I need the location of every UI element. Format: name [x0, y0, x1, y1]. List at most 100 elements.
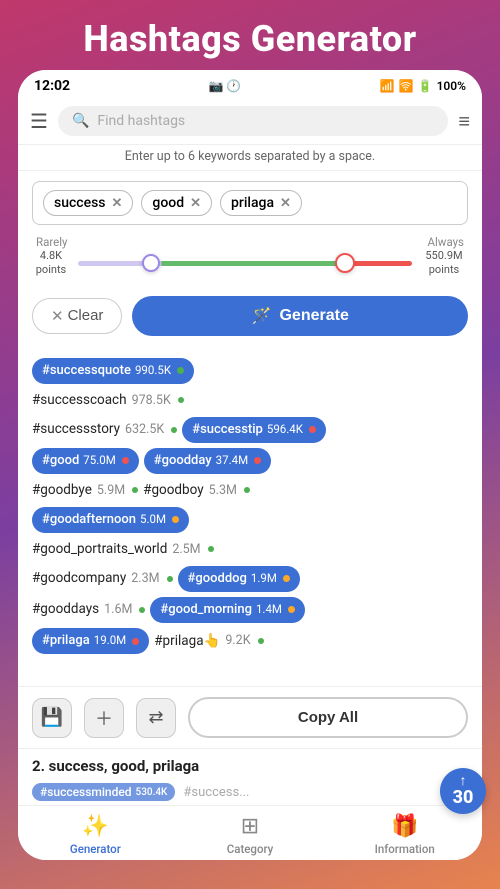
tag-gooddays-dot [139, 607, 145, 613]
keyword-tag-prilaga[interactable]: prilaga ✕ [220, 190, 302, 216]
filter-icon[interactable]: ≡ [458, 109, 470, 134]
keyword-prilaga-label: prilaga [231, 195, 274, 211]
generate-button[interactable]: 🪄 Generate [132, 296, 468, 336]
keyword-good-label: good [152, 195, 184, 211]
slider-thumb-right[interactable] [335, 253, 355, 273]
keyword-good-remove[interactable]: ✕ [190, 196, 201, 211]
tag-pill-successtip[interactable]: #successtip 596.4K [182, 417, 326, 443]
search-bar[interactable]: 🔍 Find hashtags [58, 106, 448, 136]
tag-pill-goodday[interactable]: #goodday 37.4M [144, 448, 271, 474]
information-icon: 🎁 [391, 814, 418, 839]
hashtag-line-1: #successquote 990.5K [32, 358, 468, 384]
second-set-row: #successminded 530.4K #success... [18, 779, 482, 805]
signal-icon: 📶 [380, 79, 395, 93]
tag-gooddog-dot [283, 575, 290, 582]
badge-count: 30 [453, 788, 474, 808]
hashtag-line-5: #goodbye 5.9M #goodboy 5.3M [32, 479, 468, 502]
slider-label-rarely: Rarely [36, 235, 67, 249]
tag-successminded-text: #successminded [40, 785, 132, 799]
nav-label-category: Category [227, 842, 274, 856]
tag-successquote-dot [177, 367, 184, 374]
tag-gooddays-count: 1.6M [104, 599, 132, 620]
keywords-row: success ✕ good ✕ prilaga ✕ [32, 181, 468, 225]
tag-gooddays[interactable]: #gooddays [32, 598, 99, 621]
app-title: Hashtags Generator [20, 18, 480, 60]
tag-good-count: 75.0M [83, 451, 115, 471]
tag-goodboy[interactable]: #goodboy [143, 479, 203, 502]
clear-label: Clear [68, 307, 104, 324]
tag-prilaga-count: 19.0M [94, 631, 126, 651]
tag-successquote-text: #successquote [42, 360, 131, 382]
status-media-icons: 📷 🕐 [208, 79, 241, 93]
tag-good-morning-dot [288, 606, 295, 613]
clear-x-icon: ✕ [51, 307, 64, 325]
nav-label-generator: Generator [70, 842, 121, 856]
add-button[interactable]: ＋ [84, 698, 124, 738]
tag-good-morning-text: #good_morning [160, 599, 252, 621]
tag-goodday-count: 37.4M [216, 451, 248, 471]
hashtag-line-4: #good 75.0M #goodday 37.4M [32, 448, 468, 474]
tag-pill-successquote[interactable]: #successquote 990.5K [32, 358, 194, 384]
tag-pill-prilaga[interactable]: #prilaga 19.0M [32, 628, 149, 654]
nav-item-category[interactable]: ⊞ Category [173, 814, 328, 856]
save-button[interactable]: 💾 [32, 698, 72, 738]
tag-goodbye[interactable]: #goodbye [32, 479, 92, 502]
slider-track[interactable] [78, 261, 412, 266]
tag-goodcompany[interactable]: #goodcompany [32, 567, 126, 590]
nav-label-information: Information [375, 842, 435, 856]
keyword-prilaga-remove[interactable]: ✕ [280, 196, 291, 211]
nav-item-generator[interactable]: ✨ Generator [18, 814, 173, 856]
keyword-tag-success[interactable]: success ✕ [43, 190, 133, 216]
keywords-area: success ✕ good ✕ prilaga ✕ [18, 171, 482, 231]
tag-good-portraits-count: 2.5M [172, 539, 200, 560]
battery-percent: 100% [437, 79, 466, 93]
bottom-nav: ✨ Generator ⊞ Category 🎁 Information [18, 805, 482, 860]
slider-labels: Rarely Always [32, 235, 468, 249]
hashtag-line-2: #successcoach 978.5K [32, 389, 468, 412]
hashtag-line-8: #goodcompany 2.3M #gooddog 1.9M [32, 566, 468, 592]
tag-successminded-count: 530.4K [136, 787, 168, 798]
tag-good-portraits[interactable]: #good_portraits_world [32, 538, 167, 561]
slider-row: 4.8K points 550.9M points [32, 249, 468, 278]
tag-prilaga-hand[interactable]: #prilaga👆 [154, 630, 220, 653]
hamburger-icon[interactable]: ☰ [30, 109, 48, 133]
keyword-success-remove[interactable]: ✕ [112, 196, 123, 211]
tag-pill-gooddog[interactable]: #gooddog 1.9M [178, 566, 300, 592]
subtitle-text: Enter up to 6 keywords separated by a sp… [18, 145, 482, 171]
slider-track-container[interactable] [78, 255, 412, 272]
tag-pill-good[interactable]: #good 75.0M [32, 448, 139, 474]
copy-all-button[interactable]: Copy All [188, 697, 468, 738]
tag-goodbye-dot [132, 487, 138, 493]
category-icon: ⊞ [241, 814, 259, 839]
hashtag-line-7: #good_portraits_world 2.5M [32, 538, 468, 561]
hashtags-area: #successquote 990.5K #successcoach 978.5… [18, 348, 482, 686]
badge-counter[interactable]: ↑ 30 [440, 768, 486, 814]
status-system-icons: 📶 🛜 🔋 100% [380, 79, 466, 93]
hashtag-line-6: #goodafternoon 5.0M [32, 507, 468, 533]
badge-arrow-icon: ↑ [460, 774, 467, 788]
slider-area: Rarely Always 4.8K points 550.9M points [18, 231, 482, 288]
keyword-tag-good[interactable]: good ✕ [141, 190, 212, 216]
tag-successcoach[interactable]: #successcoach [32, 389, 127, 412]
tag-prilaga-text: #prilaga [42, 630, 90, 652]
tag-pill-good-morning[interactable]: #good_morning 1.4M [150, 597, 305, 623]
tag-successstory[interactable]: #successstory [32, 418, 120, 441]
generate-label: Generate [279, 307, 348, 325]
tag-successtip-text: #successtip [192, 419, 263, 441]
section-header: 2. success, good, prilaga [18, 748, 482, 779]
tag-pill-goodafternoon[interactable]: #goodafternoon 5.0M [32, 507, 189, 533]
tag-goodafternoon-count: 5.0M [140, 510, 166, 530]
status-time: 12:02 [34, 78, 70, 94]
tag-goodboy-count: 5.3M [209, 480, 237, 501]
tag-pill-successminded[interactable]: #successminded 530.4K [32, 783, 175, 801]
slider-thumb-left[interactable] [142, 254, 160, 272]
nav-item-information[interactable]: 🎁 Information [327, 814, 482, 856]
tag-good-morning-count: 1.4M [256, 600, 282, 620]
generator-icon: ✨ [82, 814, 109, 839]
keyword-success-label: success [54, 195, 106, 211]
status-bar: 12:02 📷 🕐 📶 🛜 🔋 100% [18, 70, 482, 98]
tag-prilaga-hand-count: 9.2K [225, 630, 250, 651]
shuffle-button[interactable]: ⇄ [136, 698, 176, 738]
tag-goodcompany-dot [167, 576, 173, 582]
clear-button[interactable]: ✕ Clear [32, 298, 122, 334]
